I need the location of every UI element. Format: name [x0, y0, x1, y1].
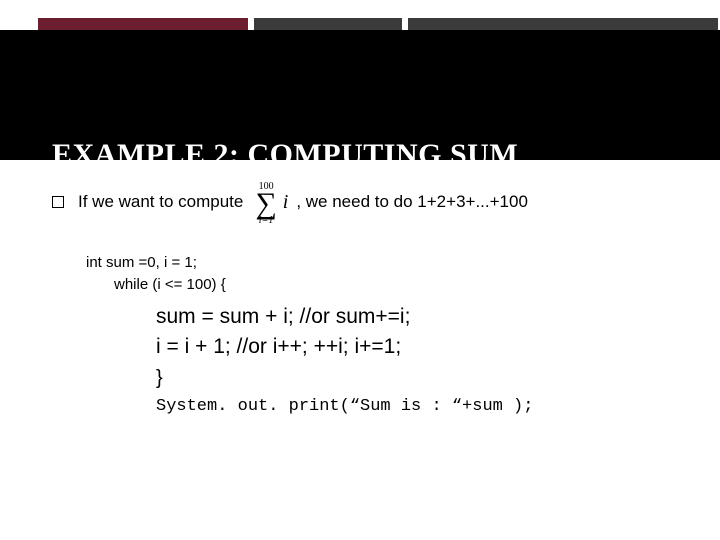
- accent-bar-right: [408, 18, 718, 30]
- code-line-1: sum = sum + i; //or sum+=i;: [156, 302, 672, 332]
- slide-title: EXAMPLE 2: COMPUTING SUM: [52, 138, 518, 172]
- code-decl-2: while (i <= 100) {: [114, 274, 672, 296]
- code-print: System. out. print(“Sum is : “+sum );: [156, 395, 672, 420]
- accent-bar-left: [38, 18, 248, 30]
- sigma-var: i: [283, 191, 289, 214]
- bullet-pre: If we want to compute: [78, 192, 243, 212]
- slide-body: If we want to compute 100 ∑ i=1 i , we n…: [52, 180, 672, 420]
- code-close: }: [156, 364, 672, 393]
- sigma-icon: 100 ∑ i=1: [255, 182, 276, 226]
- bullet-post: , we need to do 1+2+3+...+100: [296, 192, 528, 212]
- accent-bar-mid: [254, 18, 402, 30]
- code-body: sum = sum + i; //or sum+=i; i = i + 1; /…: [156, 302, 672, 421]
- code-decl-1: int sum =0, i = 1;: [86, 252, 672, 274]
- code-line-2: i = i + 1; //or i++; ++i; i+=1;: [156, 332, 672, 362]
- code-block: int sum =0, i = 1; while (i <= 100) { su…: [86, 252, 672, 420]
- title-band: EXAMPLE 2: COMPUTING SUM: [0, 30, 720, 160]
- bullet-icon: [52, 196, 64, 208]
- sigma-lower: i=1: [259, 216, 274, 226]
- bullet-line: If we want to compute 100 ∑ i=1 i , we n…: [52, 180, 672, 224]
- sigma-symbol: ∑: [255, 192, 276, 216]
- summation-expr: 100 ∑ i=1 i: [251, 180, 288, 224]
